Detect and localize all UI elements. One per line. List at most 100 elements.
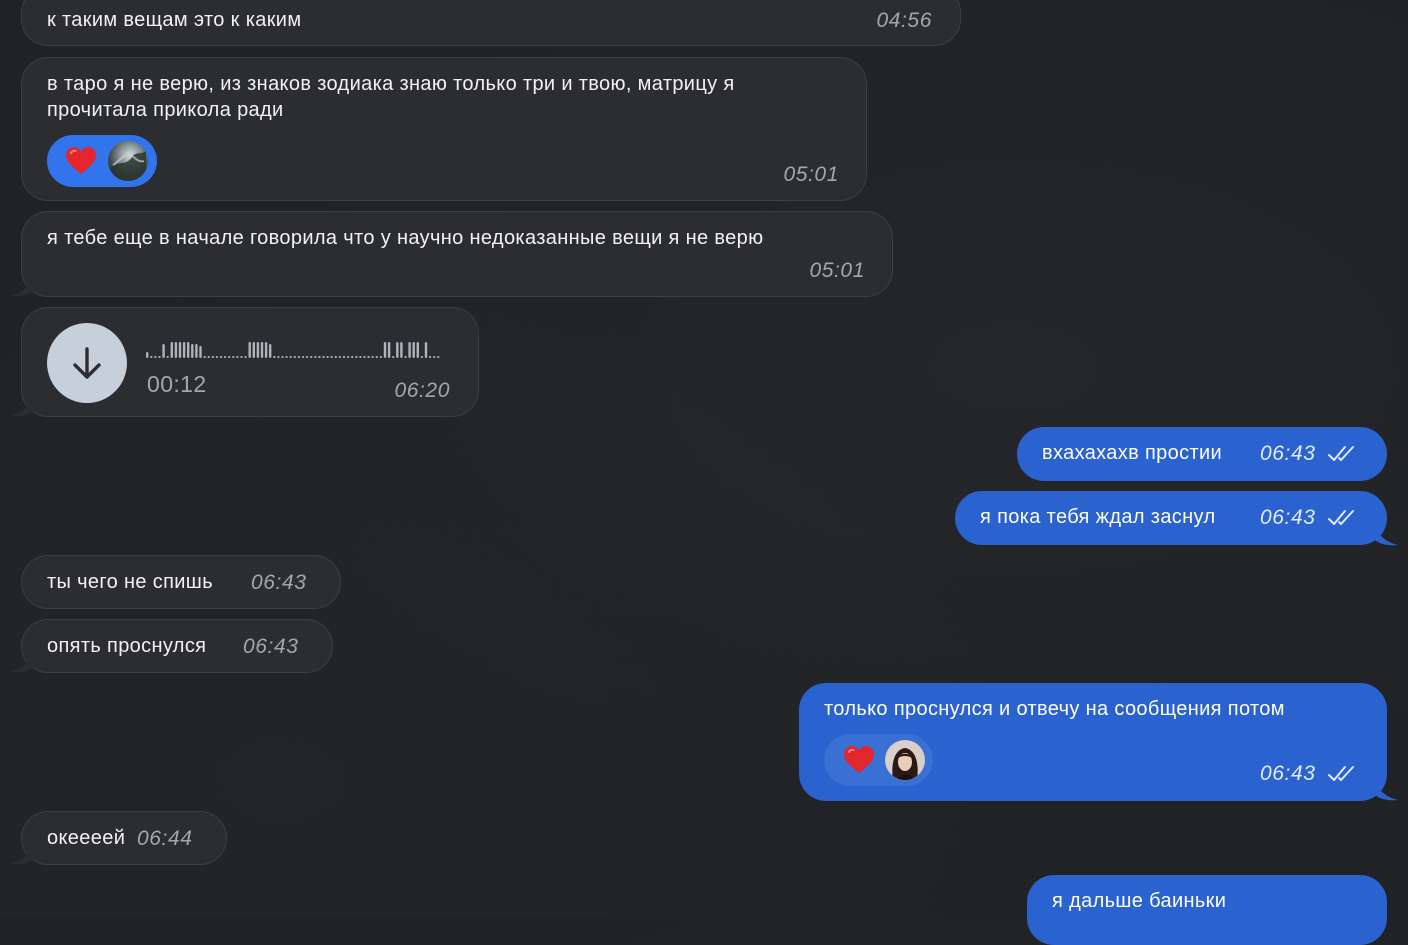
message-time: 05:01 [809, 259, 865, 282]
waveform-bar [146, 352, 149, 358]
waveform-bar [437, 356, 440, 358]
waveform-bar [318, 356, 321, 358]
voice-waveform [146, 342, 440, 358]
waveform-bar [400, 342, 403, 358]
waveform-bar [236, 356, 239, 358]
waveform-bar [260, 342, 264, 358]
reaction-chip[interactable] [824, 734, 933, 786]
message-text-line: прочитала прикола ради [47, 99, 284, 121]
double-check-icon [1328, 446, 1354, 461]
bubble-tail [10, 843, 33, 865]
waveform-bar [252, 342, 255, 358]
waveform-bar [232, 356, 235, 358]
waveform-bar [383, 342, 387, 358]
waveform-bar [178, 342, 182, 358]
waveform-bar [408, 342, 411, 358]
message-time: 06:43 [251, 571, 307, 594]
message-outgoing[interactable]: вхахахахв простии 06:43 [1017, 427, 1387, 481]
waveform-bar [305, 356, 309, 358]
message-incoming[interactable]: опять проснулся 06:43 [21, 619, 333, 673]
message-outgoing[interactable]: только проснулся и отвечу на сообщения п… [799, 683, 1387, 801]
waveform-bar [375, 356, 378, 358]
message-text: я пока тебя ждал заснул [980, 506, 1216, 528]
waveform-bar [158, 356, 161, 358]
waveform-bar [433, 356, 436, 358]
waveform-bar [199, 346, 202, 358]
message-incoming[interactable]: в таро я не верю, из знаков зодиака знаю… [21, 57, 867, 201]
message-text: я дальше баиньки [1052, 890, 1227, 912]
waveform-bar [273, 356, 276, 358]
message-outgoing[interactable]: я дальше баиньки [1027, 875, 1387, 945]
waveform-bar [166, 356, 169, 358]
waveform-bar [182, 342, 186, 358]
waveform-bar [281, 356, 284, 358]
sender-avatar [108, 141, 148, 181]
message-text: вхахахахв простии [1042, 442, 1223, 464]
waveform-bar [297, 356, 301, 358]
waveform-bar [314, 356, 317, 358]
waveform-bar [396, 342, 399, 358]
message-time: 06:44 [137, 827, 193, 850]
message-incoming[interactable]: я тебе еще в начале говорила что у научн… [21, 211, 893, 297]
waveform-bar [326, 356, 329, 358]
waveform-bar [223, 356, 227, 358]
waveform-bar [379, 356, 383, 358]
waveform-bar [342, 356, 346, 358]
waveform-bar [170, 342, 173, 358]
message-time: 06:43 [243, 635, 299, 658]
waveform-bar [174, 342, 178, 358]
waveform-bar [187, 342, 190, 358]
message-incoming[interactable]: ты чего не спишь 06:43 [21, 555, 341, 609]
message-text: опять проснулся [47, 635, 207, 657]
waveform-bar [310, 356, 313, 358]
waveform-bar [277, 356, 280, 358]
waveform-bar [416, 342, 419, 358]
waveform-bar [371, 356, 374, 358]
waveform-bar [428, 356, 432, 358]
waveform-bar [301, 356, 305, 358]
reaction-chip[interactable] [47, 135, 157, 187]
waveform-bar [412, 342, 415, 358]
download-button[interactable] [47, 323, 127, 403]
waveform-bar [215, 356, 219, 358]
message-time: 06:43 [1260, 442, 1316, 465]
double-check-icon [1328, 766, 1354, 781]
waveform-bar [424, 342, 428, 358]
waveform-bar [240, 356, 243, 358]
voice-duration: 00:12 [147, 371, 207, 397]
bubble-tail [10, 651, 33, 673]
waveform-bar [195, 344, 198, 358]
waveform-bar [420, 356, 424, 358]
waveform-bar [346, 356, 350, 358]
waveform-bar [207, 356, 210, 358]
waveform-bar [392, 356, 395, 358]
voice-message[interactable]: 00:12 06:20 [21, 307, 479, 417]
message-outgoing[interactable]: я пока тебя ждал заснул 06:43 [955, 491, 1387, 545]
waveform-bar [269, 344, 272, 358]
bubble-tail [1375, 524, 1398, 546]
heart-icon [844, 746, 874, 773]
waveform-bar [322, 356, 325, 358]
message-text: океееей [47, 827, 126, 849]
bubble-tail [10, 395, 33, 417]
heart-icon [66, 147, 96, 174]
message-text-line: в таро я не верю, из знаков зодиака знаю… [47, 73, 735, 95]
message-time: 04:56 [876, 9, 932, 32]
waveform-bar [338, 356, 342, 358]
download-arrow-icon [73, 347, 101, 379]
waveform-bar [355, 356, 358, 358]
waveform-bar [211, 356, 214, 358]
waveform-bar [244, 356, 247, 358]
reactor-avatar [885, 740, 925, 780]
waveform-bar [162, 344, 165, 358]
message-text: только проснулся и отвечу на сообщения п… [824, 698, 1285, 720]
waveform-bar [285, 356, 288, 358]
waveform-bar [330, 356, 333, 358]
message-incoming[interactable]: к таким вещам это к каким 04:56 [21, 0, 961, 46]
waveform-bar [351, 356, 354, 358]
waveform-bar [150, 356, 153, 358]
waveform-bar [334, 356, 337, 358]
waveform-bar [264, 342, 268, 358]
message-incoming[interactable]: океееей 06:44 [21, 811, 227, 865]
waveform-bar [359, 356, 362, 358]
